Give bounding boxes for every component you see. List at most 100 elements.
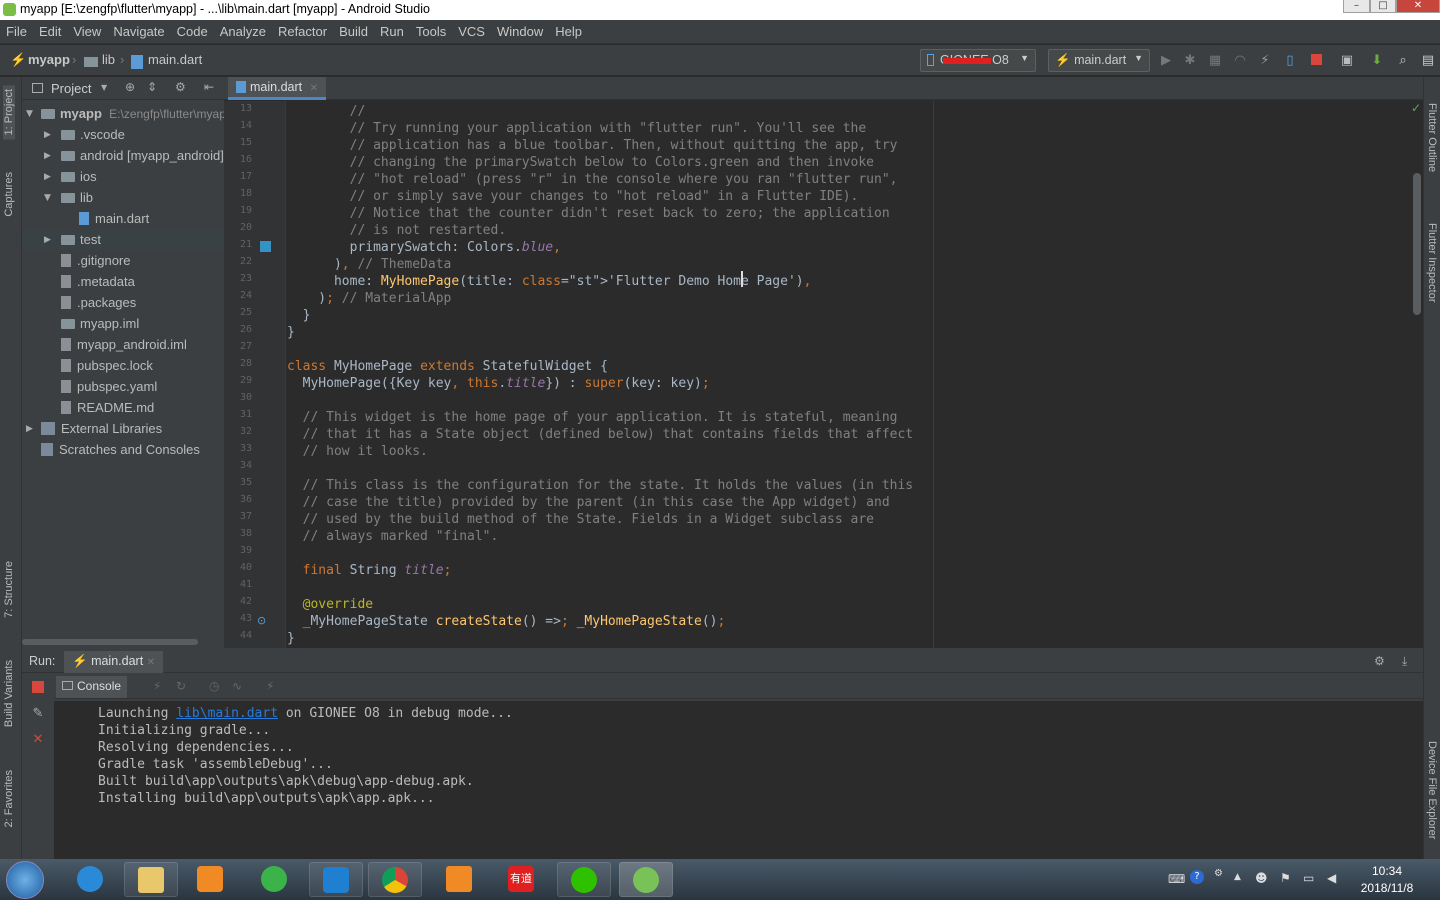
debug-icon[interactable]: ✱ xyxy=(1183,54,1197,68)
tree-item-scratches[interactable]: Scratches and Consoles xyxy=(41,439,200,460)
run-tab-main-dart[interactable]: ⚡ main.dart ✕ xyxy=(64,651,164,673)
gear-icon[interactable]: ⚙ xyxy=(175,80,186,94)
tab-favorites[interactable]: 2: Favorites xyxy=(3,770,15,827)
horizontal-scrollbar[interactable] xyxy=(22,639,198,645)
tree-item-android[interactable]: android [myapp_android] xyxy=(61,145,224,166)
attach-debugger-icon[interactable]: ▯ xyxy=(1283,54,1297,68)
menu-navigate[interactable]: Navigate xyxy=(107,20,170,44)
timer-icon[interactable]: ◷ xyxy=(209,679,219,693)
editor-vertical-scrollbar[interactable]: ✓ xyxy=(1411,101,1423,648)
tree-item-ios[interactable]: ios xyxy=(61,166,97,187)
tree-item-lib[interactable]: lib xyxy=(61,187,93,208)
pin-icon[interactable]: ✎ xyxy=(30,706,46,722)
collapsed-arrow-icon[interactable]: ▶ xyxy=(44,172,51,182)
close-icon[interactable]: ✕ xyxy=(30,732,46,748)
menu-vcs[interactable]: VCS xyxy=(452,20,491,44)
minimize-button[interactable]: – xyxy=(1343,0,1370,13)
taskbar-media[interactable] xyxy=(184,862,238,897)
menu-tools[interactable]: Tools xyxy=(410,20,452,44)
tree-item-vscode[interactable]: .vscode xyxy=(61,124,125,145)
scroll-thumb[interactable] xyxy=(1413,173,1421,315)
gear-icon[interactable]: ⚙ xyxy=(1374,654,1385,668)
tab-flutter-inspector[interactable]: Flutter Inspector xyxy=(1426,223,1438,302)
start-button[interactable] xyxy=(6,861,44,899)
tree-item-myapp-iml[interactable]: myapp.iml xyxy=(61,313,139,334)
tree-item-main-dart[interactable]: main.dart xyxy=(79,208,149,229)
override-marker-icon[interactable]: ⊙ xyxy=(257,614,266,627)
taskbar-360[interactable] xyxy=(248,862,302,897)
avd-manager-icon[interactable]: ▣ xyxy=(1340,54,1354,68)
tab-project[interactable]: 1: Project xyxy=(3,85,15,140)
tree-item-pubspec-yaml[interactable]: pubspec.yaml xyxy=(61,376,157,397)
menu-edit[interactable]: Edit xyxy=(33,20,67,44)
expanded-arrow-icon[interactable]: ▼ xyxy=(44,193,51,203)
run-icon[interactable]: ▶ xyxy=(1159,54,1173,68)
file-link[interactable]: lib\main.dart xyxy=(176,706,278,721)
close-icon[interactable]: ✕ xyxy=(310,83,318,94)
close-button[interactable]: ✕ xyxy=(1396,0,1440,13)
profile-icon[interactable]: ◠ xyxy=(1233,54,1247,68)
device-selector[interactable]: GIONEE O8 ▼ xyxy=(920,49,1036,72)
breakpoint-marker-icon[interactable] xyxy=(260,241,271,252)
taskbar-youdao[interactable]: 有道 xyxy=(495,862,549,897)
expanded-arrow-icon[interactable]: ▼ xyxy=(26,109,33,119)
project-root[interactable]: myapp E:\zengfp\flutter\myapp xyxy=(41,103,233,124)
console-tab[interactable]: Console xyxy=(56,676,128,698)
performance-icon[interactable]: ∿ xyxy=(232,679,242,693)
help-icon[interactable]: ? xyxy=(1190,870,1204,884)
menu-refactor[interactable]: Refactor xyxy=(272,20,333,44)
tree-item-test[interactable]: test xyxy=(61,229,101,250)
collapsed-arrow-icon[interactable]: ▶ xyxy=(26,424,33,434)
collapsed-arrow-icon[interactable]: ▶ xyxy=(44,151,51,161)
menu-code[interactable]: Code xyxy=(171,20,214,44)
hot-reload-icon[interactable]: ⚡ xyxy=(1258,54,1272,68)
tree-item-myapp-android-iml[interactable]: myapp_android.iml xyxy=(61,334,187,355)
tray-settings-icon[interactable]: ⚙ xyxy=(1214,868,1223,879)
tab-build-variants[interactable]: Build Variants xyxy=(3,660,15,727)
tree-item-external-libraries[interactable]: External Libraries xyxy=(41,418,162,439)
code-editor[interactable]: // // Try running your application with … xyxy=(287,101,1407,648)
maximize-button[interactable]: □ xyxy=(1370,0,1396,13)
taskbar-android-studio[interactable] xyxy=(619,862,673,897)
taskbar-wechat[interactable] xyxy=(557,862,611,897)
tab-structure[interactable]: 7: Structure xyxy=(3,561,15,618)
network-icon[interactable]: ▭ xyxy=(1303,871,1314,885)
qq-icon[interactable]: ☻ xyxy=(1255,871,1268,885)
show-hidden-icons-icon[interactable]: ▲ xyxy=(1234,872,1241,882)
search-icon[interactable]: ⌕ xyxy=(1396,54,1410,68)
breadcrumb-file[interactable]: main.dart xyxy=(148,52,202,67)
taskbar-ie[interactable] xyxy=(64,862,118,897)
sdk-manager-icon[interactable]: ⬇ xyxy=(1370,54,1384,68)
menu-view[interactable]: View xyxy=(67,20,107,44)
hot-reload-icon[interactable]: ⚡ xyxy=(153,679,161,693)
menu-build[interactable]: Build xyxy=(333,20,374,44)
project-view-selector[interactable]: Project xyxy=(51,81,91,96)
tab-device-file-explorer[interactable]: Device File Explorer xyxy=(1426,741,1438,839)
menu-window[interactable]: Window xyxy=(491,20,549,44)
close-icon[interactable]: ✕ xyxy=(147,657,155,668)
menu-file[interactable]: File xyxy=(0,20,33,44)
taskbar-explorer[interactable] xyxy=(124,862,178,897)
tab-main-dart[interactable]: main.dart ✕ xyxy=(228,77,326,100)
tree-item-gitignore[interactable]: .gitignore xyxy=(61,250,130,271)
run-config-selector[interactable]: ⚡ main.dart ▼ xyxy=(1048,49,1150,72)
tab-captures[interactable]: Captures xyxy=(3,172,15,217)
collapsed-arrow-icon[interactable]: ▶ xyxy=(44,235,51,245)
hide-panel-icon[interactable]: ⤓ xyxy=(1402,654,1407,669)
taskbar-vscode[interactable] xyxy=(309,862,363,897)
menu-run[interactable]: Run xyxy=(374,20,410,44)
hide-panel-icon[interactable]: ⇤ xyxy=(204,80,214,94)
collapse-all-icon[interactable]: ⇕ xyxy=(147,80,157,94)
stop-icon[interactable] xyxy=(1309,54,1323,68)
open-observatory-icon[interactable]: ⚡ xyxy=(266,679,274,693)
tab-flutter-outline[interactable]: Flutter Outline xyxy=(1426,103,1438,172)
system-clock[interactable]: 10:34 2018/11/8 xyxy=(1350,863,1424,897)
tree-item-packages[interactable]: .packages xyxy=(61,292,136,313)
tree-item-pubspec-lock[interactable]: pubspec.lock xyxy=(61,355,153,376)
volume-icon[interactable]: ◀ xyxy=(1327,871,1336,885)
taskbar-chrome[interactable] xyxy=(368,862,422,897)
stop-icon[interactable] xyxy=(30,681,46,697)
breadcrumb-project[interactable]: myapp xyxy=(28,52,70,67)
menu-analyze[interactable]: Analyze xyxy=(214,20,272,44)
keyboard-icon[interactable]: ⌨ xyxy=(1168,872,1185,886)
